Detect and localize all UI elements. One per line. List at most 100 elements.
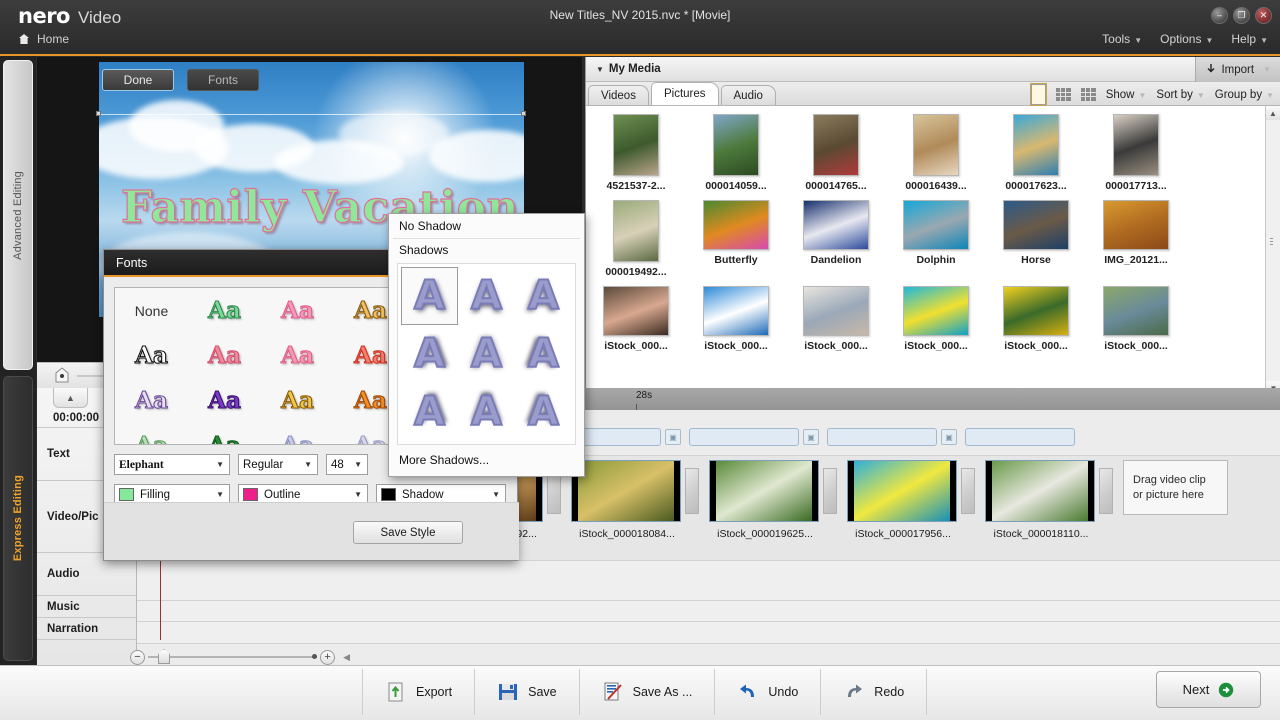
video-track-clip[interactable] (571, 460, 681, 522)
style-option[interactable]: Aa (115, 431, 188, 444)
scrollbar-grip[interactable] (1270, 236, 1277, 250)
track-header-narration[interactable]: Narration (37, 618, 136, 640)
shadow-preset-option[interactable]: A (515, 383, 572, 441)
tab-audio[interactable]: Audio (720, 85, 776, 105)
media-item[interactable]: Dolphin (886, 192, 986, 278)
undo-button[interactable]: Undo (715, 669, 822, 715)
style-option[interactable]: Aa (115, 386, 188, 414)
media-item[interactable]: 000016439... (886, 106, 986, 192)
video-track-clip[interactable] (985, 460, 1095, 522)
export-button[interactable]: Export (362, 669, 476, 715)
media-item[interactable]: 000019492... (586, 192, 686, 278)
media-item[interactable]: 000017713... (1086, 106, 1186, 192)
zoom-track[interactable] (148, 649, 318, 664)
menu-item-more-shadows[interactable]: More Shadows... (389, 448, 584, 472)
save-button[interactable]: Save (475, 669, 580, 715)
shadow-preset-option[interactable]: A (401, 383, 458, 441)
detail-list-icon[interactable] (1080, 88, 1096, 101)
media-item[interactable]: 4521537-2... (586, 106, 686, 192)
media-item[interactable]: iStock_000... (1086, 278, 1186, 352)
medium-grid-icon[interactable] (1055, 88, 1071, 101)
timeline-zoom-slider[interactable]: − + ◀ (130, 648, 350, 666)
zoom-in-button[interactable]: + (320, 649, 336, 665)
video-transition-handle[interactable] (961, 468, 975, 514)
timeline-lane-narration[interactable] (137, 622, 1280, 644)
media-item[interactable]: iStock_000... (686, 278, 786, 352)
style-option[interactable]: Aa (261, 341, 334, 369)
transition-marker-icon[interactable]: ▣ (941, 429, 957, 445)
menu-help[interactable]: Help ▼ (1231, 32, 1268, 46)
style-option[interactable]: Aa (188, 431, 261, 444)
media-item[interactable]: iStock_000... (586, 278, 686, 352)
shadow-preset-option[interactable]: A (458, 325, 515, 383)
style-option[interactable]: Aa (261, 431, 334, 444)
media-item[interactable]: Dandelion (786, 192, 886, 278)
timeline-lane-audio[interactable] (137, 561, 1280, 601)
home-breadcrumb[interactable]: Home (18, 32, 69, 46)
timeline-collapse-button[interactable]: ▲ (53, 388, 88, 408)
video-transition-handle[interactable] (685, 468, 699, 514)
media-item[interactable]: Horse (986, 192, 1086, 278)
media-item[interactable]: 000017623... (986, 106, 1086, 192)
shadow-preset-option[interactable]: A (401, 267, 458, 325)
shadow-preset-option[interactable]: A (515, 325, 572, 383)
style-option[interactable]: Aa (188, 341, 261, 369)
fonts-button[interactable]: Fonts (187, 69, 259, 91)
track-header-music[interactable]: Music (37, 596, 136, 618)
home-marker-icon[interactable] (55, 367, 69, 383)
shadow-preset-option[interactable]: A (458, 267, 515, 325)
text-style-grid[interactable]: NoneAaAaAaAaAaAaAaAaAaAaAaAaAaAaAa (114, 287, 409, 445)
tab-videos[interactable]: Videos (588, 85, 649, 105)
font-size-select[interactable]: 48 ▼ (326, 454, 368, 475)
transition-marker-icon[interactable]: ▣ (665, 429, 681, 445)
style-option[interactable]: Aa (115, 341, 188, 369)
media-item[interactable]: 000014059... (686, 106, 786, 192)
drop-zone[interactable]: Drag video clip or picture here (1123, 460, 1228, 515)
menu-tools[interactable]: Tools ▼ (1102, 32, 1142, 46)
redo-button[interactable]: Redo (821, 669, 928, 715)
media-item[interactable]: iStock_000... (886, 278, 986, 352)
sort-by-dropdown[interactable]: Sort by ▼ (1156, 89, 1204, 101)
video-track-clip[interactable] (847, 460, 957, 522)
menu-options[interactable]: Options ▼ (1160, 32, 1213, 46)
shadow-preset-grid[interactable]: AAAAAAAAA (397, 263, 576, 445)
style-option[interactable]: Aa (188, 296, 261, 324)
scroll-up-icon[interactable]: ▲ (1266, 106, 1280, 120)
text-track-clip[interactable] (689, 428, 799, 446)
media-item[interactable]: IMG_20121... (1086, 192, 1186, 278)
zoom-thumb[interactable] (158, 649, 170, 664)
shadow-preset-option[interactable]: A (458, 383, 515, 441)
text-track-clip[interactable] (965, 428, 1075, 446)
font-family-select[interactable]: Elephant ▼ (114, 454, 230, 475)
save-as-button[interactable]: Save As ... (580, 669, 716, 715)
video-transition-handle[interactable] (1099, 468, 1113, 514)
media-thumbnail-grid[interactable]: 4521537-2... 000014059... 000014765... 0000… (586, 106, 1266, 395)
style-option-none[interactable]: None (115, 303, 188, 319)
close-button[interactable]: ✕ (1255, 7, 1272, 24)
media-item[interactable]: Butterfly (686, 192, 786, 278)
collapse-triangle-icon[interactable]: ▼ (596, 65, 604, 74)
tab-advanced-editing[interactable]: Advanced Editing (3, 60, 33, 370)
video-transition-handle[interactable] (823, 468, 837, 514)
style-option[interactable]: Aa (188, 386, 261, 414)
scroll-left-icon[interactable]: ◀ (343, 652, 350, 663)
zoom-out-button[interactable]: − (130, 649, 145, 665)
media-item[interactable]: iStock_000... (986, 278, 1086, 352)
transition-marker-icon[interactable]: ▣ (803, 429, 819, 445)
text-track-clip[interactable] (827, 428, 937, 446)
minimize-button[interactable]: – (1211, 7, 1228, 24)
style-option[interactable]: Aa (261, 386, 334, 414)
menu-item-no-shadow[interactable]: No Shadow (389, 214, 584, 238)
font-style-select[interactable]: Regular ▼ (238, 454, 318, 475)
show-dropdown[interactable]: Show ▼ (1106, 89, 1147, 101)
next-button[interactable]: Next (1156, 671, 1261, 708)
tab-pictures[interactable]: Pictures (650, 82, 719, 105)
media-item[interactable]: 000014765... (786, 106, 886, 192)
restore-button[interactable]: ❐ (1233, 7, 1250, 24)
tab-express-editing[interactable]: Express Editing (3, 376, 33, 661)
import-button[interactable]: Import ▼ (1195, 57, 1280, 82)
video-track-clip[interactable] (709, 460, 819, 522)
save-style-button[interactable]: Save Style (353, 521, 463, 544)
done-button[interactable]: Done (102, 69, 174, 91)
large-grid-icon[interactable] (1029, 83, 1047, 106)
